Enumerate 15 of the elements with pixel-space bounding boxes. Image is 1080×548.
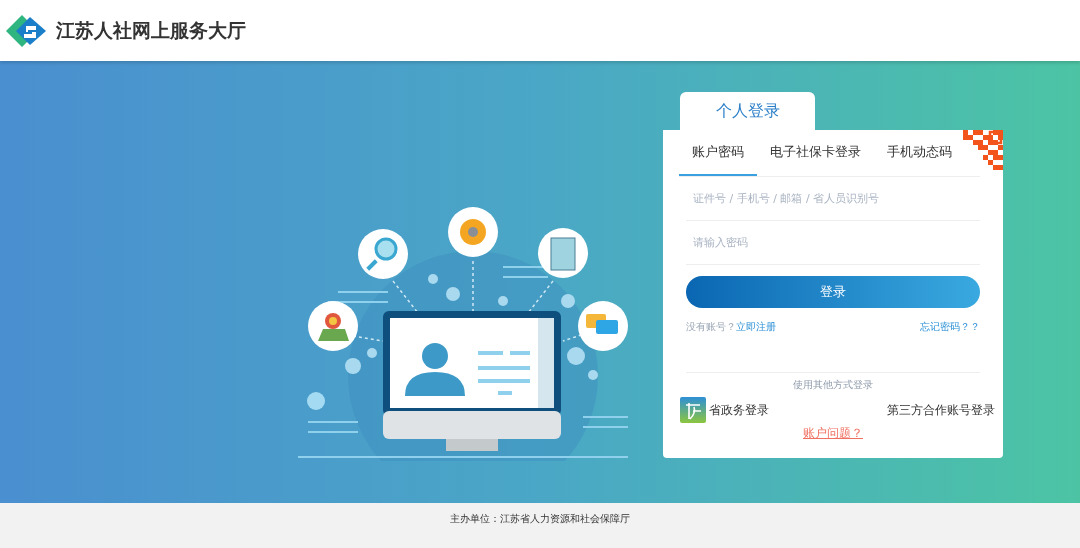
other-methods-label: 使用其他方式登录 bbox=[686, 372, 980, 392]
forgot-password-link[interactable]: 忘记密码？？ bbox=[920, 320, 980, 334]
register-link[interactable]: 立即注册 bbox=[736, 320, 776, 334]
personal-login-tab[interactable]: 个人登录 bbox=[680, 92, 815, 130]
logo-icon bbox=[4, 12, 48, 49]
login-button[interactable]: 登录 bbox=[686, 276, 980, 308]
gov-login-link[interactable]: 省政务登录 bbox=[709, 401, 769, 419]
footer-text: 主办单位：江苏省人力资源和社会保障厅 bbox=[450, 512, 630, 525]
gov-logo-icon bbox=[680, 397, 706, 423]
site-title: 江苏人社网上服务大厅 bbox=[56, 17, 246, 43]
login-method-tab[interactable]: 手机动态码 bbox=[874, 130, 965, 176]
register-prompt: 没有账号？ bbox=[686, 320, 736, 334]
login-method-tab[interactable]: 电子社保卡登录 bbox=[757, 130, 874, 176]
third-party-login-link[interactable]: 第三方合作账号登录 bbox=[887, 401, 995, 419]
qr-code-icon[interactable] bbox=[963, 130, 1003, 170]
